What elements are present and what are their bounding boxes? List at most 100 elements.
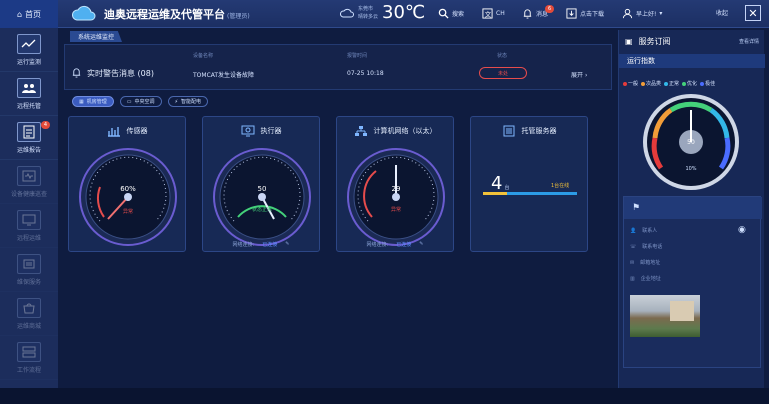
language-button[interactable]: 文 CH [482,8,505,19]
run-index-percent: 10% [685,166,696,172]
weather-desc: 晴转多云 [358,13,379,20]
alert-bell-icon [72,68,81,78]
edit-icon[interactable]: ✎ [419,241,423,248]
remote-icon [17,209,41,230]
contact-row-email: ✉ 邮箱地址 [630,259,661,267]
download-button[interactable]: 点击下载 [566,8,604,19]
card-title: 传感器 [69,125,185,137]
host-count: 4台 [491,173,509,194]
temperature: 30℃ [382,2,426,23]
messages-badge: 6 [545,5,555,13]
collapse-button[interactable]: 收起 [716,8,728,17]
legend-item: 优化 [682,80,697,87]
messages-button[interactable]: 消息 6 [522,5,555,19]
network-label: 网络连接: [232,242,255,248]
edit-icon[interactable]: ✎ [285,241,289,248]
card-title-text: 计算机网络（以太） [373,127,437,135]
card-sensor[interactable]: 传感器 60% 异常 [68,116,186,252]
chevron-right-icon: › [584,72,588,79]
contact-row-phone: ☏ 联系电话 [630,243,663,251]
company-photo [630,295,700,337]
card-actuator[interactable]: 执行器 50 状态正常 网络连接: 已连接 ✎ [202,116,320,252]
sidebar-item-health-check[interactable]: 设备健康巡查 [0,160,58,204]
sidebar-item-remote-ops[interactable]: 远程运维 [0,204,58,248]
service-icon [17,253,41,274]
card-title: 执行器 [203,125,319,137]
chart-monitor-icon [17,33,41,54]
legend-item: 次品类 [641,80,661,87]
card-hosted-servers[interactable]: 托管服务器 4台 1台在线 [470,116,588,252]
time-header: 报警时间 [347,53,368,59]
service-subscription-header: ▣ 服务订阅 查看详情 [619,30,765,52]
gauge-value: 60% [120,185,136,193]
category-power[interactable]: ⚡ 智能配电 [167,96,209,107]
alert-title: 实时警告消息 (08) [87,69,154,78]
contact-label: 邮箱地址 [640,260,661,266]
network-status-link[interactable]: 已连接 [396,241,411,248]
workflow-icon [17,341,41,362]
run-index-title: 运行指数 [619,54,765,68]
contact-card: ⚑ 👤 联系人 ☏ 联系电话 ✉ 邮箱地址 ▥ 企业地址 ◉ [623,196,762,368]
sidebar-item-remote-hosting[interactable]: 远程托管 [0,72,58,116]
gauge-status: 状态正常 [252,206,272,213]
view-details-link[interactable]: 查看详情 [739,38,759,45]
contact-label: 联系电话 [642,244,663,250]
expand-label: 展开 [571,72,584,79]
report-badge: 4 [40,121,50,129]
card-title-text: 传感器 [126,127,148,135]
weather-text: 东莞市 晴转多云 [358,5,378,21]
sidebar-item-report[interactable]: 运维报告 4 [0,116,58,160]
right-panel: ▣ 服务订阅 查看详情 运行指数 一般 次品类 正常 优化 极佳 50 10% [618,30,765,388]
collapse-label: 收起 [716,10,729,17]
sidebar-item-maintenance[interactable]: 维保服务 [0,248,58,292]
contact-row-address: ▥ 企业地址 [630,275,661,283]
subscription-icon: ▣ [625,36,633,46]
close-icon[interactable]: ✕ [745,5,761,21]
category-machine-room[interactable]: ▦ 机房管理 [72,96,114,107]
network-gauge: 29 异常 [347,148,445,246]
server-icon [503,125,514,137]
report-icon [17,121,41,142]
svg-text:文: 文 [485,9,492,18]
grid-icon: ▦ [79,98,84,105]
host-count-value: 4 [491,173,503,194]
host-online-count: 1台在线 [551,183,570,189]
user-menu[interactable]: 早上好! ▾ [622,8,662,19]
weather-city: 东莞市 [358,5,374,12]
sidebar-item-label: 维保服务 [16,278,41,286]
user-icon [622,8,633,19]
sidebar-item-shop[interactable]: 运维商城 [0,292,58,336]
home-label: 首页 [25,9,42,19]
category-label: 智能配电 [181,99,202,105]
contact-row-person: 👤 联系人 [630,227,657,235]
building-icon: ▥ [630,275,635,282]
device-value: TOMCAT发生设备故障 [193,72,255,79]
card-network[interactable]: 计算机网络（以太） 29 异常 网络连接: 已连接 ✎ [336,116,454,252]
sidebar-item-label: 运维报告 [16,146,41,154]
user-greeting: 早上好! [636,11,657,18]
tab-system-monitoring[interactable]: 系统运维监控 [70,31,123,42]
run-index-gauge: 50 10% [643,94,739,190]
search-button[interactable]: 搜索 [438,8,464,19]
bar-chart-icon [107,127,120,137]
language-label: CH [496,10,505,17]
network-status-link[interactable]: 已连接 [262,241,277,248]
expand-button[interactable]: 展开 › [571,70,587,79]
sidebar-item-label: 运维商城 [16,322,41,330]
sidebar-item-monitoring[interactable]: 运行监测 [0,28,58,72]
gauge-status: 异常 [391,206,401,213]
camera-icon[interactable]: ◉ [738,225,746,235]
host-online-fill [483,192,507,195]
network-icon [354,126,367,136]
category-label: 机房管理 [86,99,107,105]
translate-icon: 文 [482,8,493,19]
sidebar-item-workflow[interactable]: 工作流程 [0,336,58,380]
app-role: (管理员) [227,13,250,20]
home-button[interactable]: ⌂ 首页 [0,0,58,28]
weather-cloud-icon [340,8,354,17]
actuator-gauge: 50 状态正常 [213,148,311,246]
weather-widget: 东莞市 晴转多云 30℃ [340,2,425,23]
gauge-value: 29 [392,185,401,193]
cloud-logo-icon [71,5,96,21]
category-central-ac[interactable]: ▭ 中央空调 [119,96,162,107]
